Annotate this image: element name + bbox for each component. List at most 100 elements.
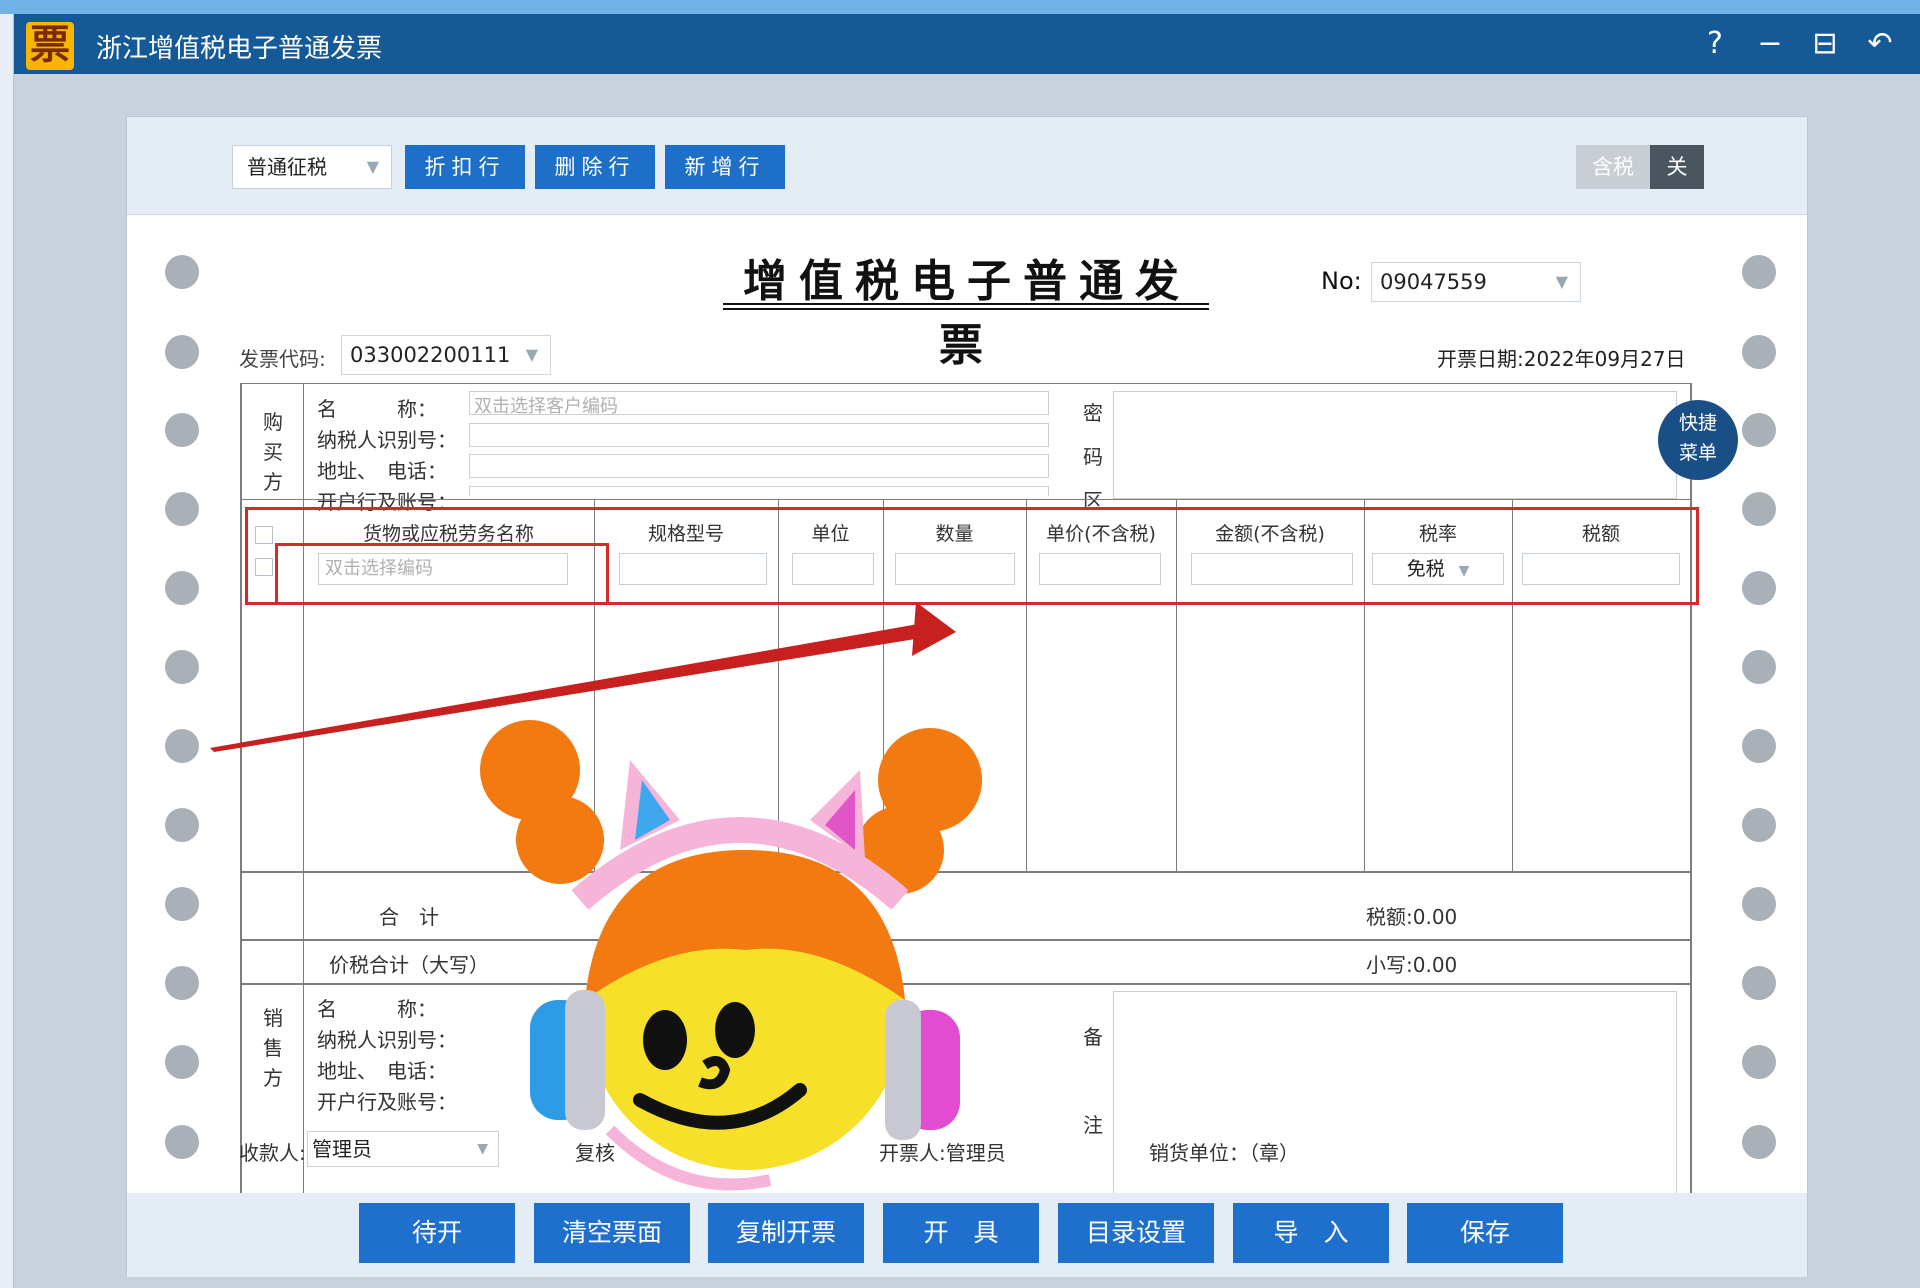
- binder-hole: [1742, 492, 1776, 526]
- remark-char: 备: [1083, 1025, 1103, 1049]
- binder-hole: [165, 887, 199, 921]
- annotation-box-name: [275, 543, 609, 605]
- payee-value: 管理员: [312, 1137, 372, 1161]
- invoice-date: 开票日期:2022年09月27日: [1437, 347, 1686, 371]
- binder-hole: [1742, 335, 1776, 369]
- import-button[interactable]: 导 入: [1233, 1203, 1389, 1263]
- pending-button[interactable]: 待开: [359, 1203, 515, 1263]
- binder-hole: [1742, 650, 1776, 684]
- buyer-name-input[interactable]: 双击选择客户编码: [469, 391, 1049, 417]
- window-title: 浙江增值税电子普通发票: [96, 34, 383, 64]
- seller-addr-label: 地址、 电话：: [317, 1059, 447, 1083]
- catalog-settings-button[interactable]: 目录设置: [1058, 1203, 1214, 1263]
- seller-side-char: 销: [263, 1006, 283, 1030]
- help-icon[interactable]: ?: [1694, 24, 1736, 64]
- seller-side-label: 销 售 方: [261, 1003, 285, 1093]
- buyer-side-label: 购 买 方: [261, 407, 285, 497]
- grand-total-label: 价税合计（大写）: [329, 953, 489, 977]
- tax-type-select[interactable]: 普通征税 ▼: [232, 145, 392, 189]
- quick-menu-label: 菜单: [1678, 442, 1717, 464]
- buyer-side-char: 购: [263, 410, 283, 434]
- grid-line: [240, 383, 1692, 384]
- buyer-addr-label: 地址、 电话：: [317, 459, 447, 483]
- invoice-no-label: No:: [1321, 267, 1362, 295]
- binder-hole: [1742, 1125, 1776, 1159]
- binder-hole: [165, 1125, 199, 1159]
- binder-hole: [165, 255, 199, 289]
- arrow-head: [912, 602, 956, 656]
- seller-side-char: 售: [263, 1036, 283, 1060]
- invoice-no-select[interactable]: 09047559 ▼: [1371, 262, 1581, 302]
- binder-hole: [1742, 1045, 1776, 1079]
- binder-hole: [1742, 571, 1776, 605]
- binder-hole: [165, 966, 199, 1000]
- chevron-down-icon: ▼: [525, 345, 538, 364]
- seller-bank-label: 开户行及账号：: [317, 1090, 457, 1114]
- tax-total: 税额:0.00: [1366, 905, 1458, 929]
- quick-menu-label: 快捷: [1678, 412, 1717, 434]
- discount-row-button[interactable]: 折扣行: [405, 145, 525, 189]
- buyer-taxid-input[interactable]: [469, 423, 1049, 447]
- binder-hole: [1742, 887, 1776, 921]
- buyer-taxid-label: 纳税人识别号：: [317, 428, 457, 452]
- binder-hole: [1742, 966, 1776, 1000]
- chevron-down-icon: ▼: [366, 157, 379, 176]
- binder-hole: [165, 335, 199, 369]
- app-icon: 票: [26, 22, 74, 70]
- seller-stamp: 销货单位：（章）: [1149, 1141, 1299, 1165]
- delete-row-button[interactable]: 删除行: [535, 145, 655, 189]
- invoice-code-select[interactable]: 033002200111 ▼: [341, 335, 551, 375]
- remark-char: 注: [1083, 1113, 1103, 1137]
- binder-hole: [1742, 808, 1776, 842]
- binder-hole: [1742, 413, 1776, 447]
- small-total: 小写:0.00: [1366, 953, 1458, 977]
- minimize-icon[interactable]: −: [1749, 24, 1791, 64]
- quick-menu-button[interactable]: 快捷 菜单: [1658, 400, 1738, 480]
- binder-hole: [165, 808, 199, 842]
- title-underline: [723, 308, 1209, 310]
- binder-hole: [165, 492, 199, 526]
- grid-line: [240, 383, 242, 1235]
- mascot-sticker: [480, 720, 982, 1191]
- cipher-char: 密: [1083, 401, 1103, 425]
- incl-tax-toggle[interactable]: 关: [1650, 145, 1704, 189]
- buyer-side-char: 方: [263, 470, 283, 494]
- issue-button[interactable]: 开 具: [883, 1203, 1039, 1263]
- title-bar: 票 浙江增值税电子普通发票 ? − ⊟ ↶: [14, 14, 1920, 74]
- seller-taxid-label: 纳税人识别号：: [317, 1028, 457, 1052]
- clear-button[interactable]: 清空票面: [534, 1203, 690, 1263]
- binder-hole: [1742, 255, 1776, 289]
- top-strip: [0, 0, 1920, 14]
- binder-hole: [165, 571, 199, 605]
- save-button[interactable]: 保存: [1407, 1203, 1563, 1263]
- buyer-addr-input[interactable]: [469, 454, 1049, 478]
- invoice-code-value: 033002200111: [350, 343, 511, 367]
- buyer-side-char: 买: [263, 440, 283, 464]
- binder-hole: [165, 413, 199, 447]
- invoice-no-value: 09047559: [1380, 270, 1487, 294]
- seller-name-label: 名 称：: [317, 997, 437, 1021]
- total-label: 合 计: [379, 905, 439, 929]
- title-underline: [723, 303, 1209, 305]
- incl-tax-label[interactable]: 含税: [1576, 145, 1650, 189]
- back-icon[interactable]: ↶: [1859, 24, 1901, 64]
- tax-type-value: 普通征税: [247, 155, 327, 179]
- left-edge: [0, 14, 14, 1288]
- add-row-button[interactable]: 新增行: [665, 145, 785, 189]
- maximize-icon[interactable]: ⊟: [1804, 24, 1846, 64]
- cipher-char: 码: [1083, 445, 1103, 469]
- binder-hole: [165, 729, 199, 763]
- payee-label: 收款人:: [239, 1141, 306, 1165]
- remark-label: 备 注: [1081, 993, 1105, 1169]
- chevron-down-icon: ▼: [1555, 272, 1568, 291]
- invoice-code-label: 发票代码:: [239, 347, 326, 371]
- binder-hole: [1742, 729, 1776, 763]
- buyer-bank-input[interactable]: [469, 486, 1049, 496]
- cipher-label: 密 码 区: [1081, 391, 1105, 523]
- remark-input[interactable]: [1113, 991, 1677, 1223]
- seller-side-char: 方: [263, 1066, 283, 1090]
- invoice-toolbar: 普通征税 ▼ 折扣行 删除行 新增行 含税 关: [127, 117, 1807, 215]
- cipher-area: [1113, 391, 1677, 499]
- copy-invoice-button[interactable]: 复制开票: [708, 1203, 864, 1263]
- grid-line: [240, 499, 1692, 500]
